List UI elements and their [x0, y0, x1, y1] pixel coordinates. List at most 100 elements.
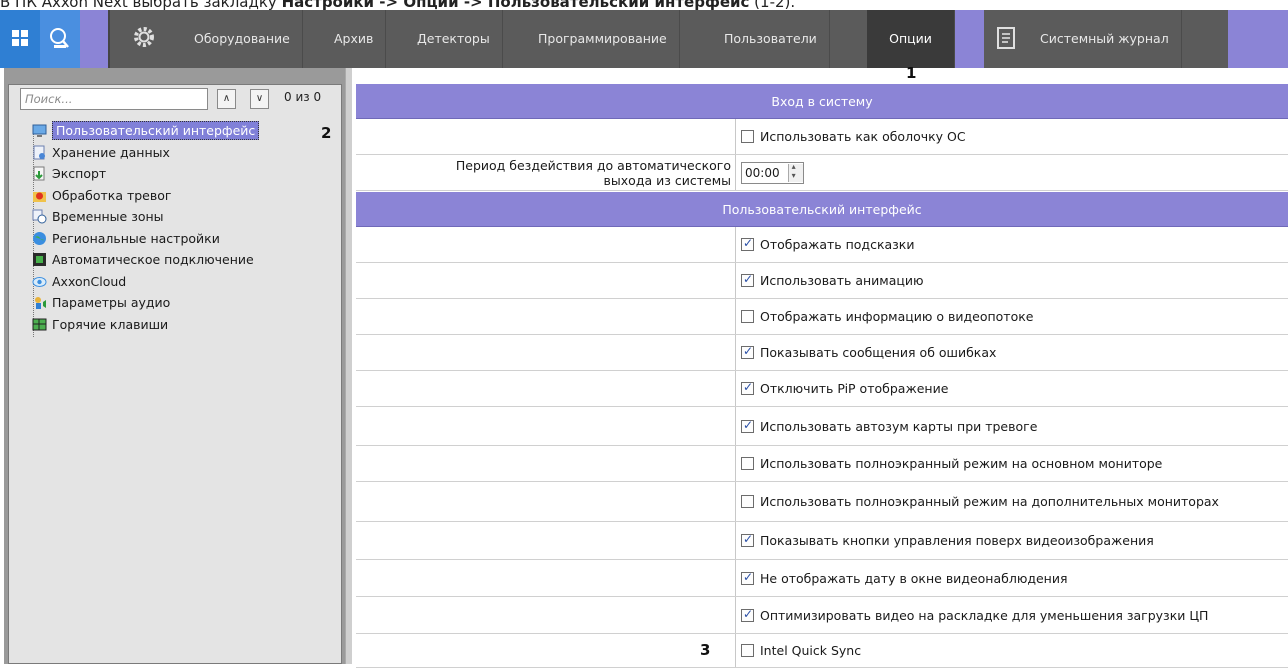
option-checkbox[interactable] [741, 418, 754, 433]
tree-item-ui[interactable]: Пользовательский интерфейс [30, 120, 340, 142]
tree-item-label: Параметры аудио [52, 295, 171, 310]
tree-item-cloud[interactable]: AxxonCloud [30, 271, 340, 293]
tab-detectors[interactable]: Детекторы [405, 10, 503, 68]
tree-item-label: Региональные настройки [52, 230, 220, 246]
option-checkbox[interactable] [741, 607, 754, 622]
row-label-cell [356, 560, 736, 596]
row-label-cell [356, 446, 736, 481]
row-value-cell: Отключить PiP отображение [741, 371, 1288, 406]
tree-item-label: Временные зоны [52, 209, 164, 224]
top-menu-bar: Оборудование Архив Детекторы Программиро… [0, 10, 1288, 68]
row-value-cell: Использовать как оболочку ОС [741, 119, 1288, 154]
tree-item-label: Горячие клавиши [52, 316, 169, 332]
option-checkbox[interactable] [741, 532, 754, 547]
system-log-icon-button[interactable] [984, 10, 1028, 68]
tree-item-regional[interactable]: Региональные настройки [30, 228, 340, 250]
idle-label-line2: выхода из системы [603, 173, 731, 188]
option-checkbox[interactable] [741, 272, 754, 287]
tree-item-audio[interactable]: Параметры аудио [30, 292, 340, 314]
option-row: Использовать анимацию [356, 263, 1288, 299]
tab-users[interactable]: Пользователи [712, 10, 830, 68]
option-label: Оптимизировать видео на раскладке для ум… [760, 607, 1209, 623]
option-label: Использовать анимацию [760, 273, 924, 288]
tree-item-label: Хранение данных [52, 144, 170, 160]
option-row: Показывать сообщения об ошибках [356, 335, 1288, 371]
search-icon [50, 28, 69, 48]
layouts-button[interactable] [0, 10, 40, 68]
menu-spacer [1228, 10, 1288, 68]
row-value-cell: Отображать информацию о видеопотоке [741, 299, 1288, 334]
tree-item-storage[interactable]: Хранение данных [30, 142, 340, 164]
alarm-icon [33, 191, 46, 202]
row-label-cell [356, 299, 736, 334]
section-title: Вход в систему [771, 94, 873, 109]
search-next-button[interactable]: ∨ [250, 89, 269, 109]
row-label-cell [356, 597, 736, 633]
monitor-icon [32, 124, 47, 137]
search-input[interactable]: Поиск... [20, 88, 208, 110]
row-value-cell: Использовать анимацию [741, 263, 1288, 298]
option-label: Показывать сообщения об ошибках [760, 345, 997, 360]
search-prev-button[interactable]: ∧ [217, 89, 236, 109]
section-login-header: Вход в систему [356, 84, 1288, 119]
os-shell-checkbox[interactable] [741, 130, 754, 143]
tab-archive[interactable]: Архив [322, 10, 387, 68]
search-archive-button[interactable] [40, 10, 80, 68]
section-ui-header: Пользовательский интерфейс [356, 192, 1288, 227]
option-checkbox[interactable] [741, 457, 754, 470]
settings-tree: Пользовательский интерфейс Хранение данн… [30, 120, 340, 335]
option-checkbox[interactable] [741, 310, 754, 323]
option-checkbox[interactable] [741, 644, 754, 657]
row-value-cell: Оптимизировать видео на раскладке для ум… [741, 597, 1288, 633]
tree-item-export[interactable]: Экспорт [30, 163, 340, 185]
option-row: Использовать полноэкранный режим на допо… [356, 482, 1288, 522]
option-checkbox[interactable] [741, 344, 754, 359]
tree-item-autoconnect[interactable]: Автоматическое подключение [30, 249, 340, 271]
option-checkbox[interactable] [741, 495, 754, 508]
tab-programming[interactable]: Программирование [526, 10, 680, 68]
tree-item-label: Пользовательский интерфейс [52, 121, 260, 140]
tab-system-log[interactable]: Системный журнал [1028, 10, 1182, 68]
idle-period-time-input[interactable]: 00:00 [741, 161, 804, 184]
option-label: Использовать полноэкранный режим на допо… [760, 493, 1219, 509]
option-label: Использовать как оболочку ОС [760, 129, 966, 144]
tab-options[interactable]: Опции [867, 10, 955, 68]
tree-item-hotkeys[interactable]: Горячие клавиши [30, 314, 340, 336]
grid-icon [12, 30, 28, 46]
option-row: Отображать информацию о видеопотоке [356, 299, 1288, 335]
row-value-cell: 00:00 [741, 155, 1288, 190]
option-checkbox[interactable] [741, 570, 754, 585]
idle-label-line1: Период бездействия до автоматического [455, 158, 731, 173]
autoconnect-icon [33, 253, 46, 266]
time-value: 00:00 [745, 165, 780, 180]
option-row: Отключить PiP отображение [356, 371, 1288, 407]
option-row: Не отображать дату в окне видеонаблюдени… [356, 560, 1288, 597]
option-idle-period: Период бездействия до автоматического вы… [356, 155, 1288, 191]
option-label: Показывать кнопки управления поверх виде… [760, 533, 1154, 548]
option-os-shell: Использовать как оболочку ОС [356, 119, 1288, 155]
time-spinner[interactable] [787, 162, 803, 182]
tree-item-alarms[interactable]: Обработка тревог [30, 185, 340, 207]
option-row: Отображать подсказки [356, 227, 1288, 263]
option-checkbox[interactable] [741, 380, 754, 395]
option-label: Не отображать дату в окне видеонаблюдени… [760, 570, 1068, 586]
tree-item-label: Экспорт [52, 166, 107, 181]
section-title: Пользовательский интерфейс [722, 202, 922, 217]
option-label: Intel Quick Sync [760, 643, 862, 658]
settings-button[interactable] [110, 10, 182, 68]
option-label: Отображать информацию о видеопотоке [760, 309, 1034, 324]
row-label-cell [356, 119, 736, 154]
menu-spacer [80, 10, 108, 68]
tab-equipment[interactable]: Оборудование [182, 10, 303, 68]
row-value-cell: Использовать полноэкранный режим на осно… [741, 446, 1288, 481]
option-row: Использовать полноэкранный режим на осно… [356, 446, 1288, 482]
callout-3: 3 [700, 641, 711, 659]
row-label-cell [356, 263, 736, 298]
row-value-cell: Использовать автозум карты при тревоге [741, 407, 1288, 445]
option-checkbox[interactable] [741, 236, 754, 251]
row-label-cell [356, 335, 736, 370]
tree-item-timezones[interactable]: Временные зоны [30, 206, 340, 228]
option-row: Показывать кнопки управления поверх виде… [356, 522, 1288, 560]
option-label: Использовать автозум карты при тревоге [760, 418, 1038, 434]
panel-splitter[interactable] [345, 68, 352, 664]
